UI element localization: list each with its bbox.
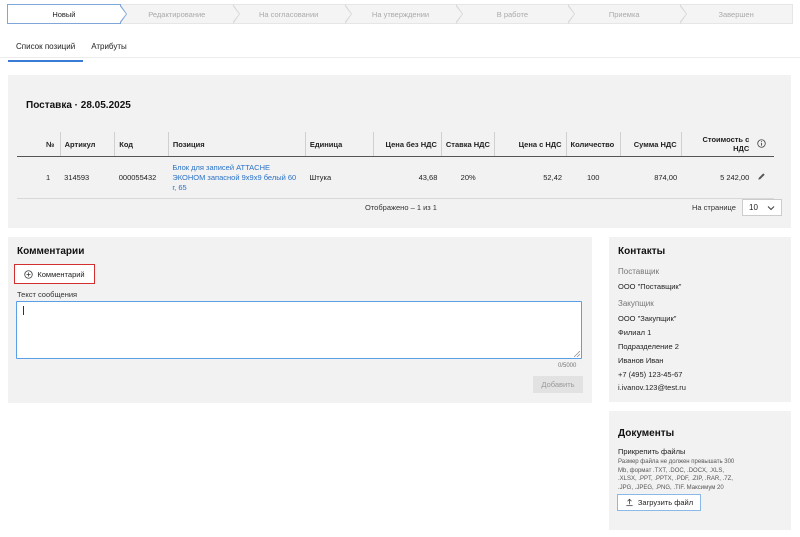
- upload-file-label: Загрузить файл: [637, 498, 694, 507]
- person-text: Иванов Иван: [618, 356, 664, 365]
- step-new: Новый: [7, 4, 127, 24]
- cell-vat-rate: 20%: [441, 156, 495, 199]
- pagination-summary: Отображено – 1 из 1: [365, 203, 437, 212]
- cell-qty: 100: [566, 156, 621, 199]
- upload-icon: [626, 498, 633, 507]
- col-cost-vat[interactable]: Стоимость с НДС: [680, 132, 754, 157]
- step-acceptance: Приемка: [568, 4, 688, 24]
- file-requirements-hint: Размер файла не должен превышать 300 Mb,…: [618, 459, 735, 491]
- plus-circle-icon: [24, 269, 34, 279]
- col-price-no-vat[interactable]: Цена без НДС: [372, 132, 442, 157]
- add-comment-label: Комментарий: [37, 269, 85, 279]
- info-icon[interactable]: [753, 132, 774, 157]
- table-header: № Артикул Код Позиция Единица Цена без Н…: [17, 132, 774, 157]
- customer-link[interactable]: ООО "Закупщик": [618, 314, 676, 323]
- tab-attributes[interactable]: Атрибуты: [83, 40, 135, 62]
- cell-price-vat: 52,42: [494, 156, 567, 199]
- col-unit[interactable]: Единица: [304, 132, 374, 157]
- col-vat-rate[interactable]: Ставка НДС: [440, 132, 495, 157]
- col-price-vat[interactable]: Цена с НДС: [494, 132, 567, 157]
- step-label: На утверждении: [371, 9, 430, 19]
- step-approval: На согласовании: [232, 4, 352, 24]
- per-page-label: На странице: [692, 203, 736, 212]
- phone-text: +7 (495) 123-45-67: [618, 370, 683, 379]
- attach-files-label: Прикрепить файлы: [618, 447, 686, 456]
- cell-num: 1: [17, 156, 61, 199]
- cell-cost-vat: 5 242,00: [681, 156, 754, 199]
- resize-handle-icon[interactable]: [574, 351, 580, 357]
- text-caret: [23, 306, 24, 315]
- chevron-down-icon: [767, 205, 775, 210]
- branch-text: Филиал 1: [618, 328, 652, 337]
- cell-article: 314593: [60, 156, 115, 199]
- step-label: Завершен: [718, 9, 754, 19]
- upload-file-button[interactable]: Загрузить файл: [617, 494, 701, 511]
- submit-comment-button[interactable]: Добавить: [533, 376, 583, 393]
- per-page-select[interactable]: 10: [742, 199, 782, 216]
- supplier-link[interactable]: ООО "Поставщик": [618, 282, 681, 291]
- step-label: Редактирование: [148, 9, 206, 19]
- step-label: В работе: [496, 9, 528, 19]
- per-page-value: 10: [749, 203, 758, 212]
- step-completed: Завершен: [680, 4, 794, 24]
- cell-position-link[interactable]: Блок для записей ATTACHE ЭКОНОМ запасной…: [168, 156, 306, 199]
- table-row: 1 314593 000055432 Блок для записей ATTA…: [17, 156, 774, 199]
- cell-unit: Штука: [305, 156, 374, 199]
- step-label: Приемка: [608, 9, 640, 19]
- delivery-title: Поставка · 28.05.2025: [26, 100, 131, 111]
- supplier-label: Поставщик: [618, 267, 660, 276]
- step-in-work: В работе: [456, 4, 576, 24]
- department-text: Подразделение 2: [618, 342, 679, 351]
- cell-price-no-vat: 43,68: [373, 156, 442, 199]
- add-comment-button[interactable]: Комментарий: [14, 264, 95, 284]
- step-label: На согласовании: [258, 9, 319, 19]
- email-text: i.ivanov.123@test.ru: [618, 383, 686, 392]
- col-vat-sum[interactable]: Сумма НДС: [619, 132, 682, 157]
- message-textarea[interactable]: [16, 301, 582, 359]
- status-stepper: Новый Редактирование На согласовании На …: [7, 4, 794, 24]
- message-label: Текст сообщения: [17, 290, 78, 299]
- tab-bar: Список позиций Атрибуты: [8, 40, 135, 62]
- customer-label: Закупщик: [618, 299, 654, 308]
- col-position[interactable]: Позиция: [167, 132, 306, 157]
- char-counter: 0/5000: [558, 363, 577, 369]
- col-num[interactable]: №: [17, 132, 61, 157]
- documents-title: Документы: [618, 428, 675, 439]
- edit-icon[interactable]: [753, 156, 774, 199]
- step-label: Новый: [52, 9, 76, 19]
- step-confirmation: На утверждении: [344, 4, 464, 24]
- cell-vat-sum: 874,00: [620, 156, 682, 199]
- positions-table: № Артикул Код Позиция Единица Цена без Н…: [17, 132, 774, 199]
- step-editing: Редактирование: [120, 4, 240, 24]
- tab-positions[interactable]: Список позиций: [8, 40, 84, 62]
- contacts-title: Контакты: [618, 246, 666, 257]
- col-qty[interactable]: Количество: [565, 132, 621, 157]
- col-code[interactable]: Код: [114, 132, 169, 157]
- cell-code: 000055432: [114, 156, 169, 199]
- comments-title: Комментарии: [17, 246, 85, 257]
- col-article[interactable]: Артикул: [59, 132, 115, 157]
